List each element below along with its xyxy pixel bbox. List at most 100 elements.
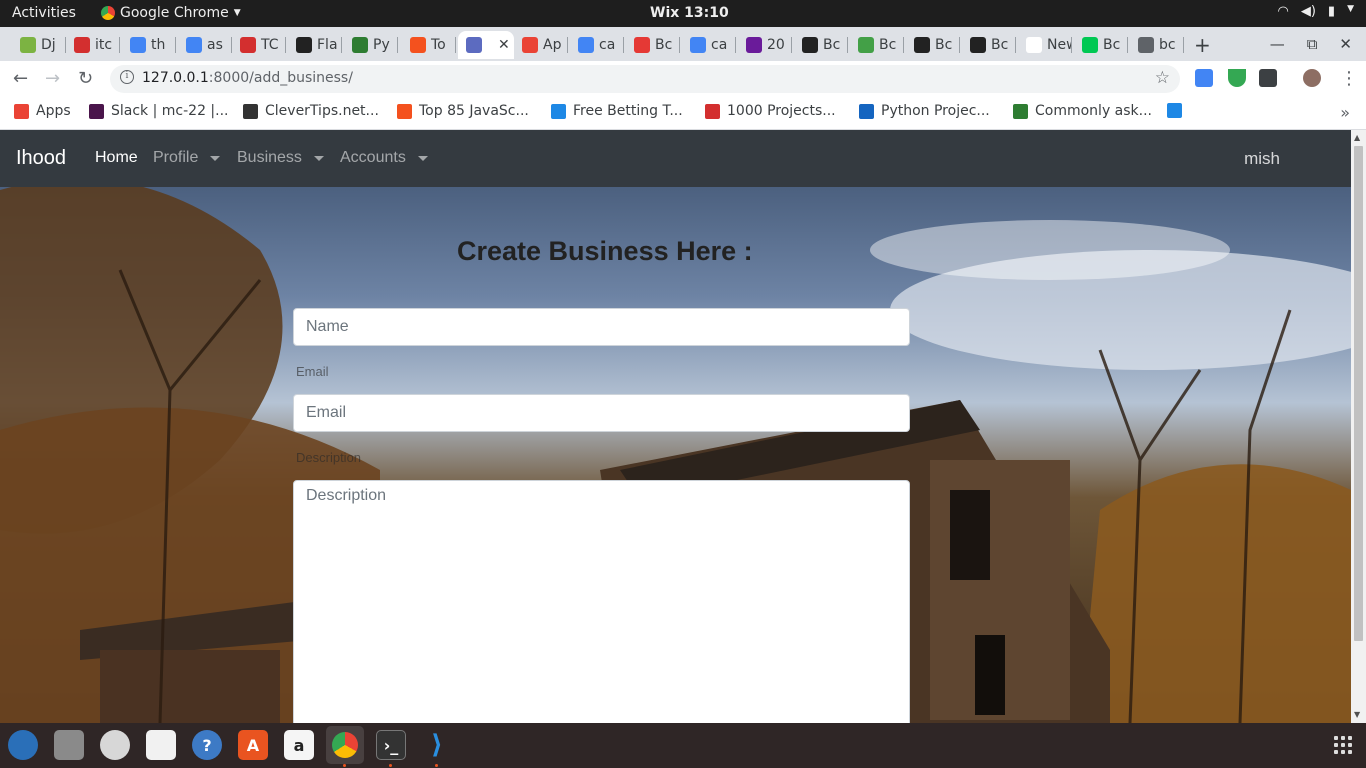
- system-tray[interactable]: ◠ ◀) ▮ ▼: [1278, 4, 1355, 19]
- info-icon[interactable]: i: [120, 70, 134, 84]
- thunderbird-icon[interactable]: [8, 730, 38, 760]
- bookmark-item[interactable]: Free Betting T...: [551, 103, 683, 119]
- name-input[interactable]: [293, 308, 910, 346]
- tab-label: New T: [1047, 37, 1072, 53]
- close-icon[interactable]: ✕: [1339, 35, 1352, 53]
- browser-tab[interactable]: Bc: [850, 31, 904, 59]
- nav-profile-dropdown[interactable]: Profile: [153, 149, 221, 167]
- brand-link[interactable]: Ihood: [16, 147, 66, 170]
- scroll-up-icon[interactable]: ▲: [1354, 133, 1360, 142]
- email-input[interactable]: [293, 394, 910, 432]
- browser-tab[interactable]: Bc: [906, 31, 960, 59]
- profile-avatar[interactable]: [1303, 69, 1321, 87]
- browser-tab[interactable]: Bc: [1074, 31, 1128, 59]
- tab-divider: [735, 37, 736, 53]
- browser-tab[interactable]: as: [178, 31, 232, 59]
- terminal-icon[interactable]: ›_: [376, 730, 406, 760]
- app-menu[interactable]: Google Chrome ▼: [101, 5, 241, 21]
- reload-icon[interactable]: ↻: [78, 68, 93, 89]
- browser-tab[interactable]: 20: [738, 31, 792, 59]
- vscode-icon[interactable]: ⟩: [422, 730, 452, 760]
- url-text: 127.0.0.1:8000/add_business/: [142, 70, 353, 86]
- bookmark-item[interactable]: Python Projec...: [859, 103, 990, 119]
- tab-favicon-icon: [20, 37, 36, 53]
- bookmark-item[interactable]: Apps: [14, 103, 71, 119]
- browser-tab[interactable]: itc: [66, 31, 120, 59]
- nav-accounts-dropdown[interactable]: Accounts: [340, 149, 428, 167]
- back-arrow-icon[interactable]: ←: [13, 68, 28, 89]
- tab-divider: [959, 37, 960, 53]
- tab-divider: [455, 37, 456, 53]
- browser-tab[interactable]: Ap: [514, 31, 568, 59]
- running-indicator: [435, 764, 438, 767]
- browser-tab[interactable]: th: [122, 31, 176, 59]
- username-link[interactable]: mish: [1244, 149, 1280, 169]
- tab-label: ca: [711, 37, 728, 53]
- app-grid-icon[interactable]: [1334, 736, 1352, 754]
- browser-tab[interactable]: Py: [344, 31, 398, 59]
- tab-label: Bc: [823, 37, 841, 53]
- menu-kebab-icon[interactable]: ⋮: [1340, 68, 1358, 89]
- browser-tab[interactable]: ✕: [458, 31, 514, 59]
- close-tab-icon[interactable]: ✕: [498, 37, 510, 53]
- nav-business-dropdown[interactable]: Business: [237, 149, 324, 167]
- maximize-icon[interactable]: ⧉: [1307, 35, 1318, 53]
- tab-label: Bc: [935, 37, 953, 53]
- description-textarea[interactable]: [293, 480, 910, 723]
- tab-divider: [1015, 37, 1016, 53]
- activities-button[interactable]: Activities: [12, 5, 76, 21]
- tab-label: ca: [599, 37, 616, 53]
- browser-tab[interactable]: ca: [570, 31, 624, 59]
- scrollbar-thumb[interactable]: [1354, 146, 1363, 641]
- writer-icon[interactable]: [146, 730, 176, 760]
- nav-profile-label: Profile: [153, 149, 199, 166]
- bookmark-item[interactable]: Slack | mc-22 |...: [89, 103, 229, 119]
- browser-tab[interactable]: To: [402, 31, 456, 59]
- cube-extension-icon[interactable]: [1259, 69, 1277, 87]
- bookmark-label: Top 85 JavaSc...: [419, 103, 529, 119]
- bookmark-item[interactable]: CleverTips.net...: [243, 103, 379, 119]
- url-host: 127.0.0.1: [142, 70, 209, 86]
- tab-label: th: [151, 37, 166, 53]
- scroll-down-icon[interactable]: ▼: [1354, 710, 1360, 719]
- browser-tab[interactable]: Dj: [12, 31, 66, 59]
- browser-tab[interactable]: TC: [232, 31, 286, 59]
- bookmarks-overflow-icon[interactable]: »: [1340, 103, 1350, 122]
- help-icon[interactable]: ?: [192, 730, 222, 760]
- bookmark-label: Python Projec...: [881, 103, 990, 119]
- chrome-dock-icon[interactable]: [326, 726, 364, 764]
- rhythmbox-icon[interactable]: [100, 730, 130, 760]
- tab-divider: [397, 37, 398, 53]
- minimize-icon[interactable]: —: [1270, 35, 1285, 53]
- bookmark-favicon-icon: [705, 103, 720, 119]
- tab-divider: [1127, 37, 1128, 53]
- amazon-icon[interactable]: a: [284, 730, 314, 760]
- files-icon[interactable]: [54, 730, 84, 760]
- clock[interactable]: Wix 13:10: [650, 5, 729, 21]
- tab-label: Bc: [991, 37, 1009, 53]
- bookmark-item[interactable]: Top 85 JavaSc...: [397, 103, 529, 119]
- running-indicator: [389, 764, 392, 767]
- download-extension-icon[interactable]: [1195, 69, 1213, 87]
- nav-home[interactable]: Home: [95, 149, 138, 167]
- new-tab-button[interactable]: +: [1194, 33, 1211, 57]
- browser-tab[interactable]: ca: [682, 31, 736, 59]
- bookmark-star-icon[interactable]: ☆: [1155, 68, 1170, 88]
- browser-tab[interactable]: Bc: [626, 31, 680, 59]
- browser-tab[interactable]: Bc: [794, 31, 848, 59]
- forward-arrow-icon[interactable]: →: [45, 68, 60, 89]
- bookmark-item[interactable]: 1000 Projects...: [705, 103, 836, 119]
- shield-extension-icon[interactable]: [1228, 69, 1246, 87]
- page-scrollbar[interactable]: ▲ ▼: [1351, 130, 1366, 723]
- browser-tab[interactable]: New T: [1018, 31, 1072, 59]
- browser-tab[interactable]: Fla: [288, 31, 342, 59]
- nav-accounts-label: Accounts: [340, 149, 406, 166]
- software-center-icon[interactable]: A: [238, 730, 268, 760]
- bookmark-item[interactable]: [1167, 103, 1189, 118]
- browser-tab[interactable]: Bc: [962, 31, 1016, 59]
- tab-favicon-icon: [1026, 37, 1042, 53]
- caret-down-icon: [210, 155, 221, 161]
- browser-tab[interactable]: bc: [1130, 31, 1184, 59]
- address-bar[interactable]: i 127.0.0.1:8000/add_business/ ☆: [110, 65, 1180, 93]
- bookmark-item[interactable]: Commonly ask...: [1013, 103, 1152, 119]
